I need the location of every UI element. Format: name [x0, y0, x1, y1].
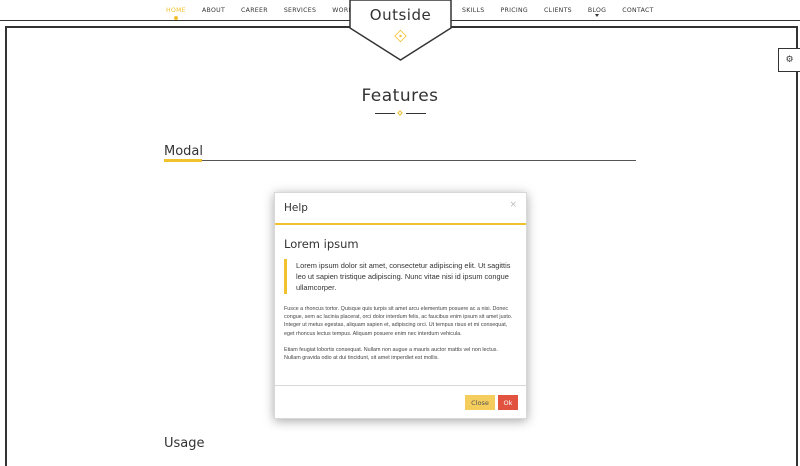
ok-button[interactable]: Ok [498, 395, 518, 410]
modal-paragraph: Fusce a rhoncus tortor. Quisque quis tur… [284, 306, 513, 337]
modal-header: Help × [275, 193, 526, 225]
modal-paragraph: Etiam feugiat lobortis consequat. Nullam… [284, 346, 498, 362]
blockquote: Lorem ipsum dolor sit amet, consectetur … [284, 259, 516, 294]
modal-body: Lorem ipsum Lorem ipsum dolor sit amet, … [284, 237, 516, 370]
close-button[interactable]: Close [465, 395, 495, 410]
help-modal: Help × Lorem ipsum Lorem ipsum dolor sit… [274, 192, 527, 419]
modal-footer-divider [275, 385, 526, 386]
close-icon[interactable]: × [509, 200, 517, 210]
modal-heading: Lorem ipsum [284, 237, 359, 251]
modal-title: Help [284, 202, 308, 214]
